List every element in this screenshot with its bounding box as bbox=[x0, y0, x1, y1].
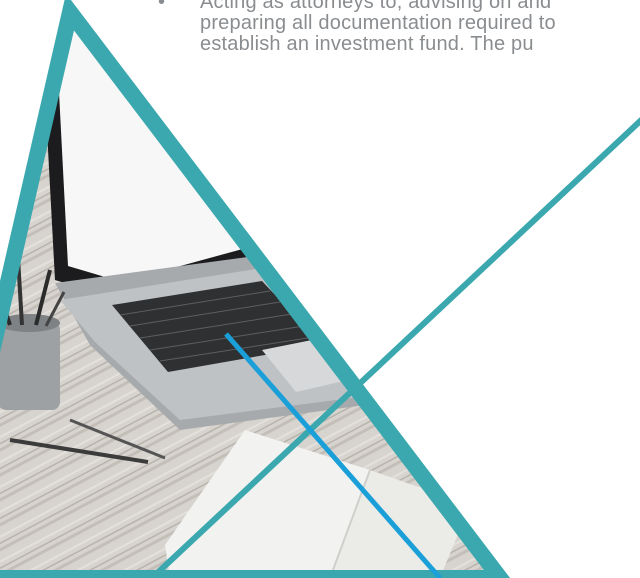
bullet-marker: • bbox=[158, 0, 166, 13]
paragraph-line-3: establish an investment fund. The pu bbox=[200, 33, 534, 55]
decorative-photo-graphic bbox=[0, 0, 640, 578]
bullet-text: Acting as attorneys to, advising on and … bbox=[200, 0, 556, 55]
paragraph-line-2: preparing all documentation required to bbox=[200, 12, 556, 34]
bullet-item: • Acting as attorneys to, advising on an… bbox=[158, 0, 640, 55]
document-page: • Acting as attorneys to, advising on an… bbox=[0, 0, 640, 578]
bullet-paragraph: • Acting as attorneys to, advising on an… bbox=[158, 0, 640, 55]
